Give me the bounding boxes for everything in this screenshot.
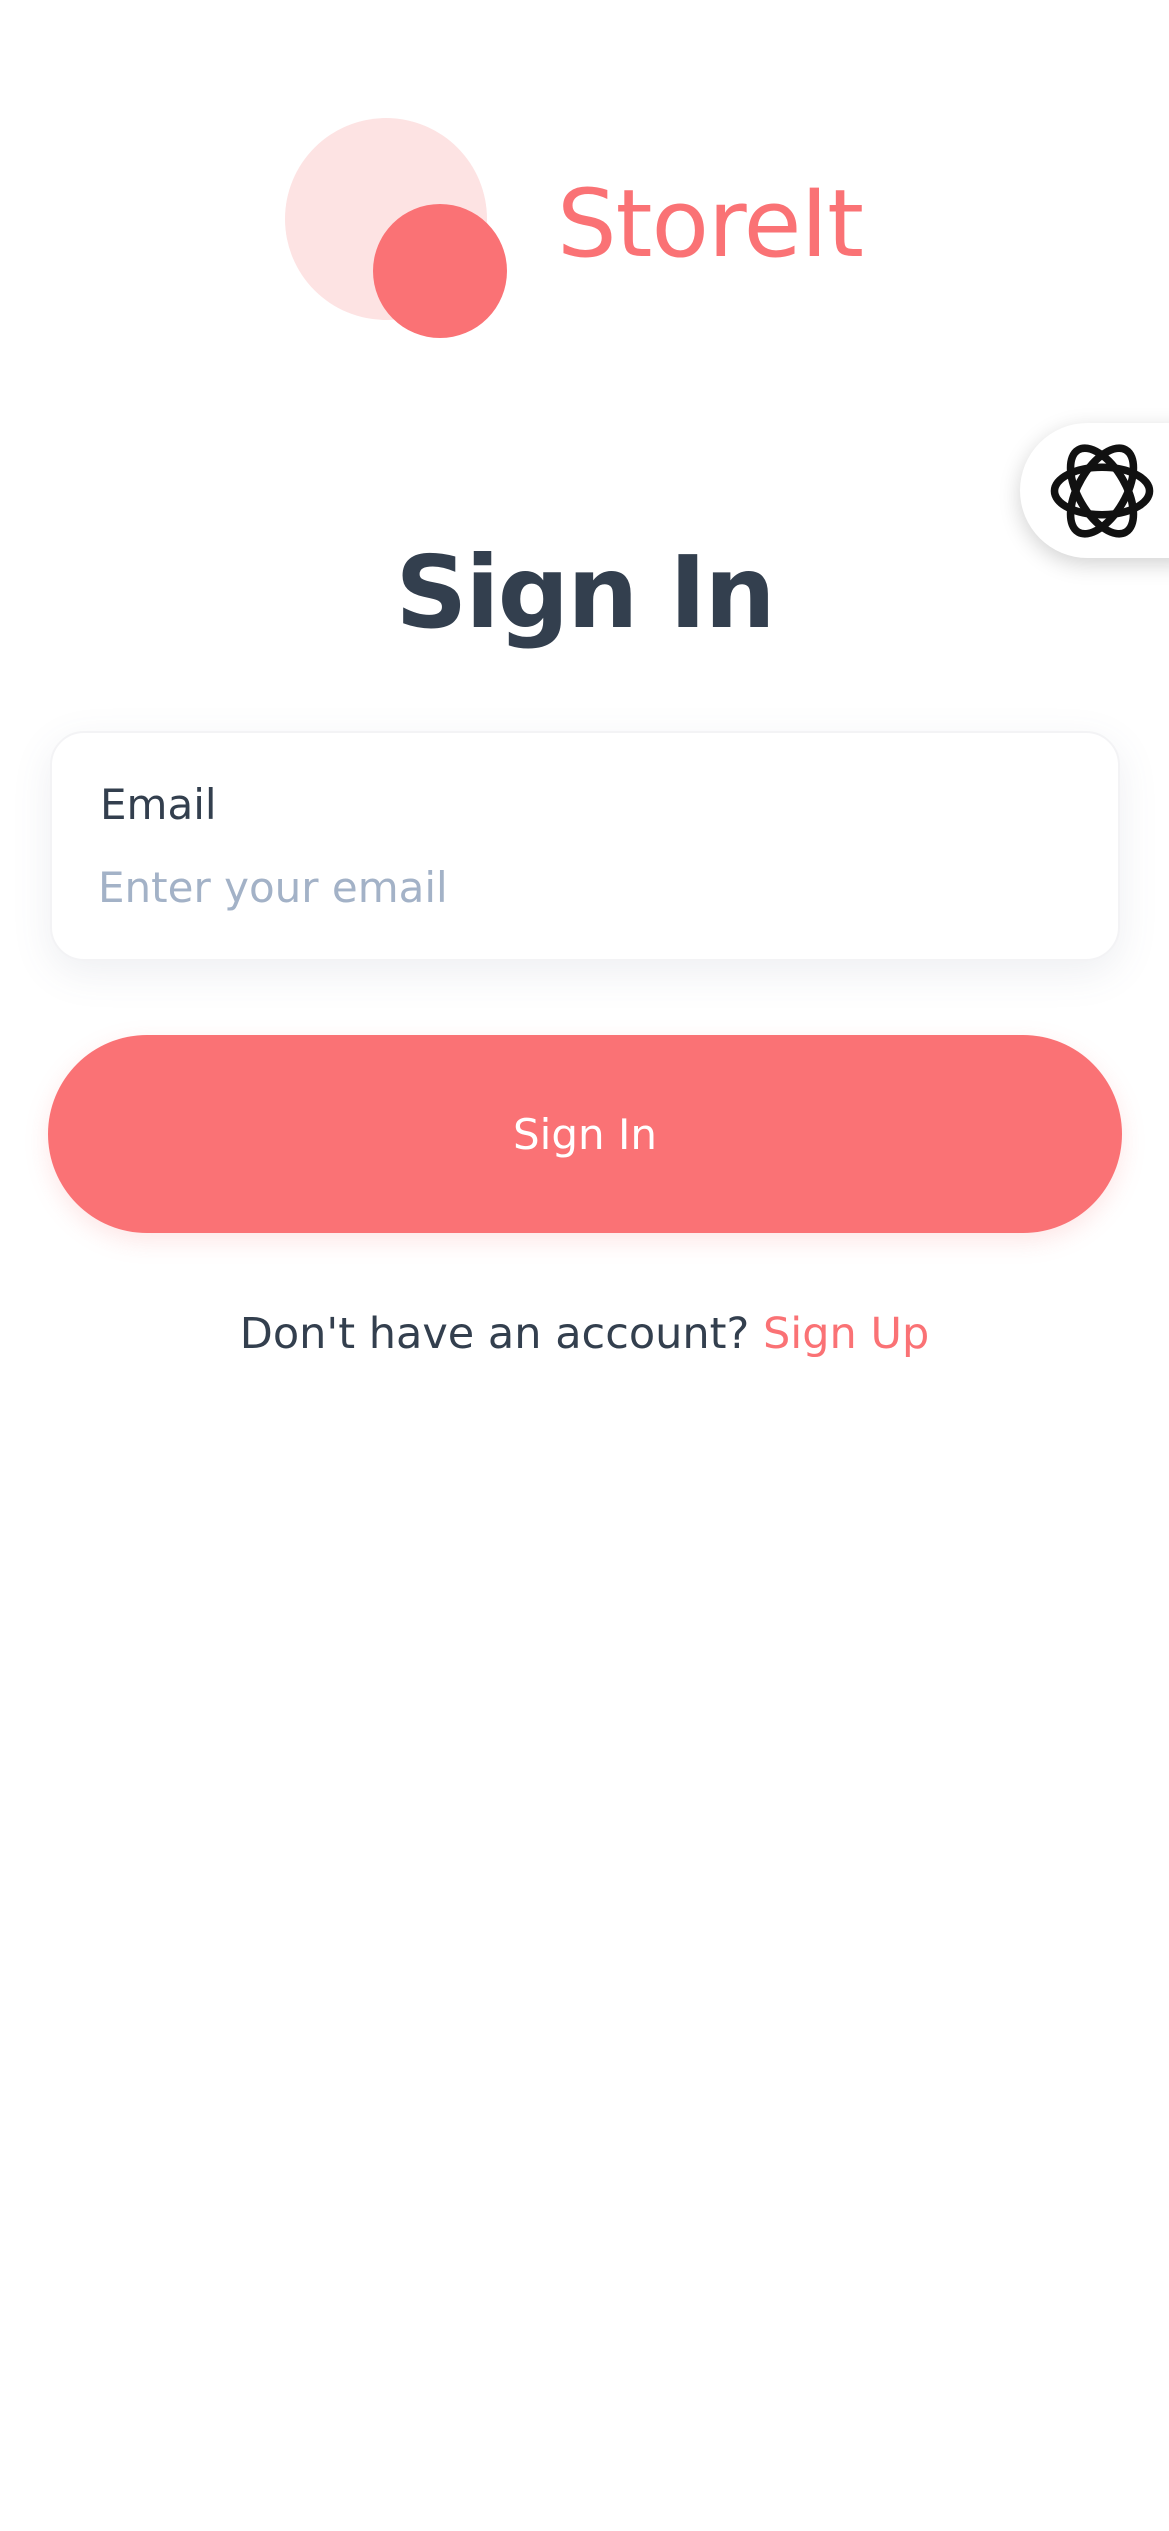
sign-up-prompt: Don't have an account? Sign Up: [0, 1304, 1169, 1364]
email-label: Email: [100, 780, 217, 829]
page-title: Sign In: [395, 534, 775, 651]
sign-up-link[interactable]: Sign Up: [763, 1309, 929, 1359]
sign-in-button[interactable]: Sign In: [48, 1035, 1122, 1233]
sign-up-prompt-text: Don't have an account?: [239, 1309, 750, 1359]
app-logo: StoreIt: [285, 118, 905, 338]
email-input[interactable]: [98, 857, 1058, 917]
brand-name: StoreIt: [557, 170, 864, 279]
logo-circle-small: [373, 204, 507, 338]
sign-in-page: StoreIt Sign In Email Sign In Don't have…: [0, 0, 1169, 2531]
email-field-card[interactable]: Email: [50, 731, 1120, 961]
logo-mark-icon: [285, 118, 510, 338]
